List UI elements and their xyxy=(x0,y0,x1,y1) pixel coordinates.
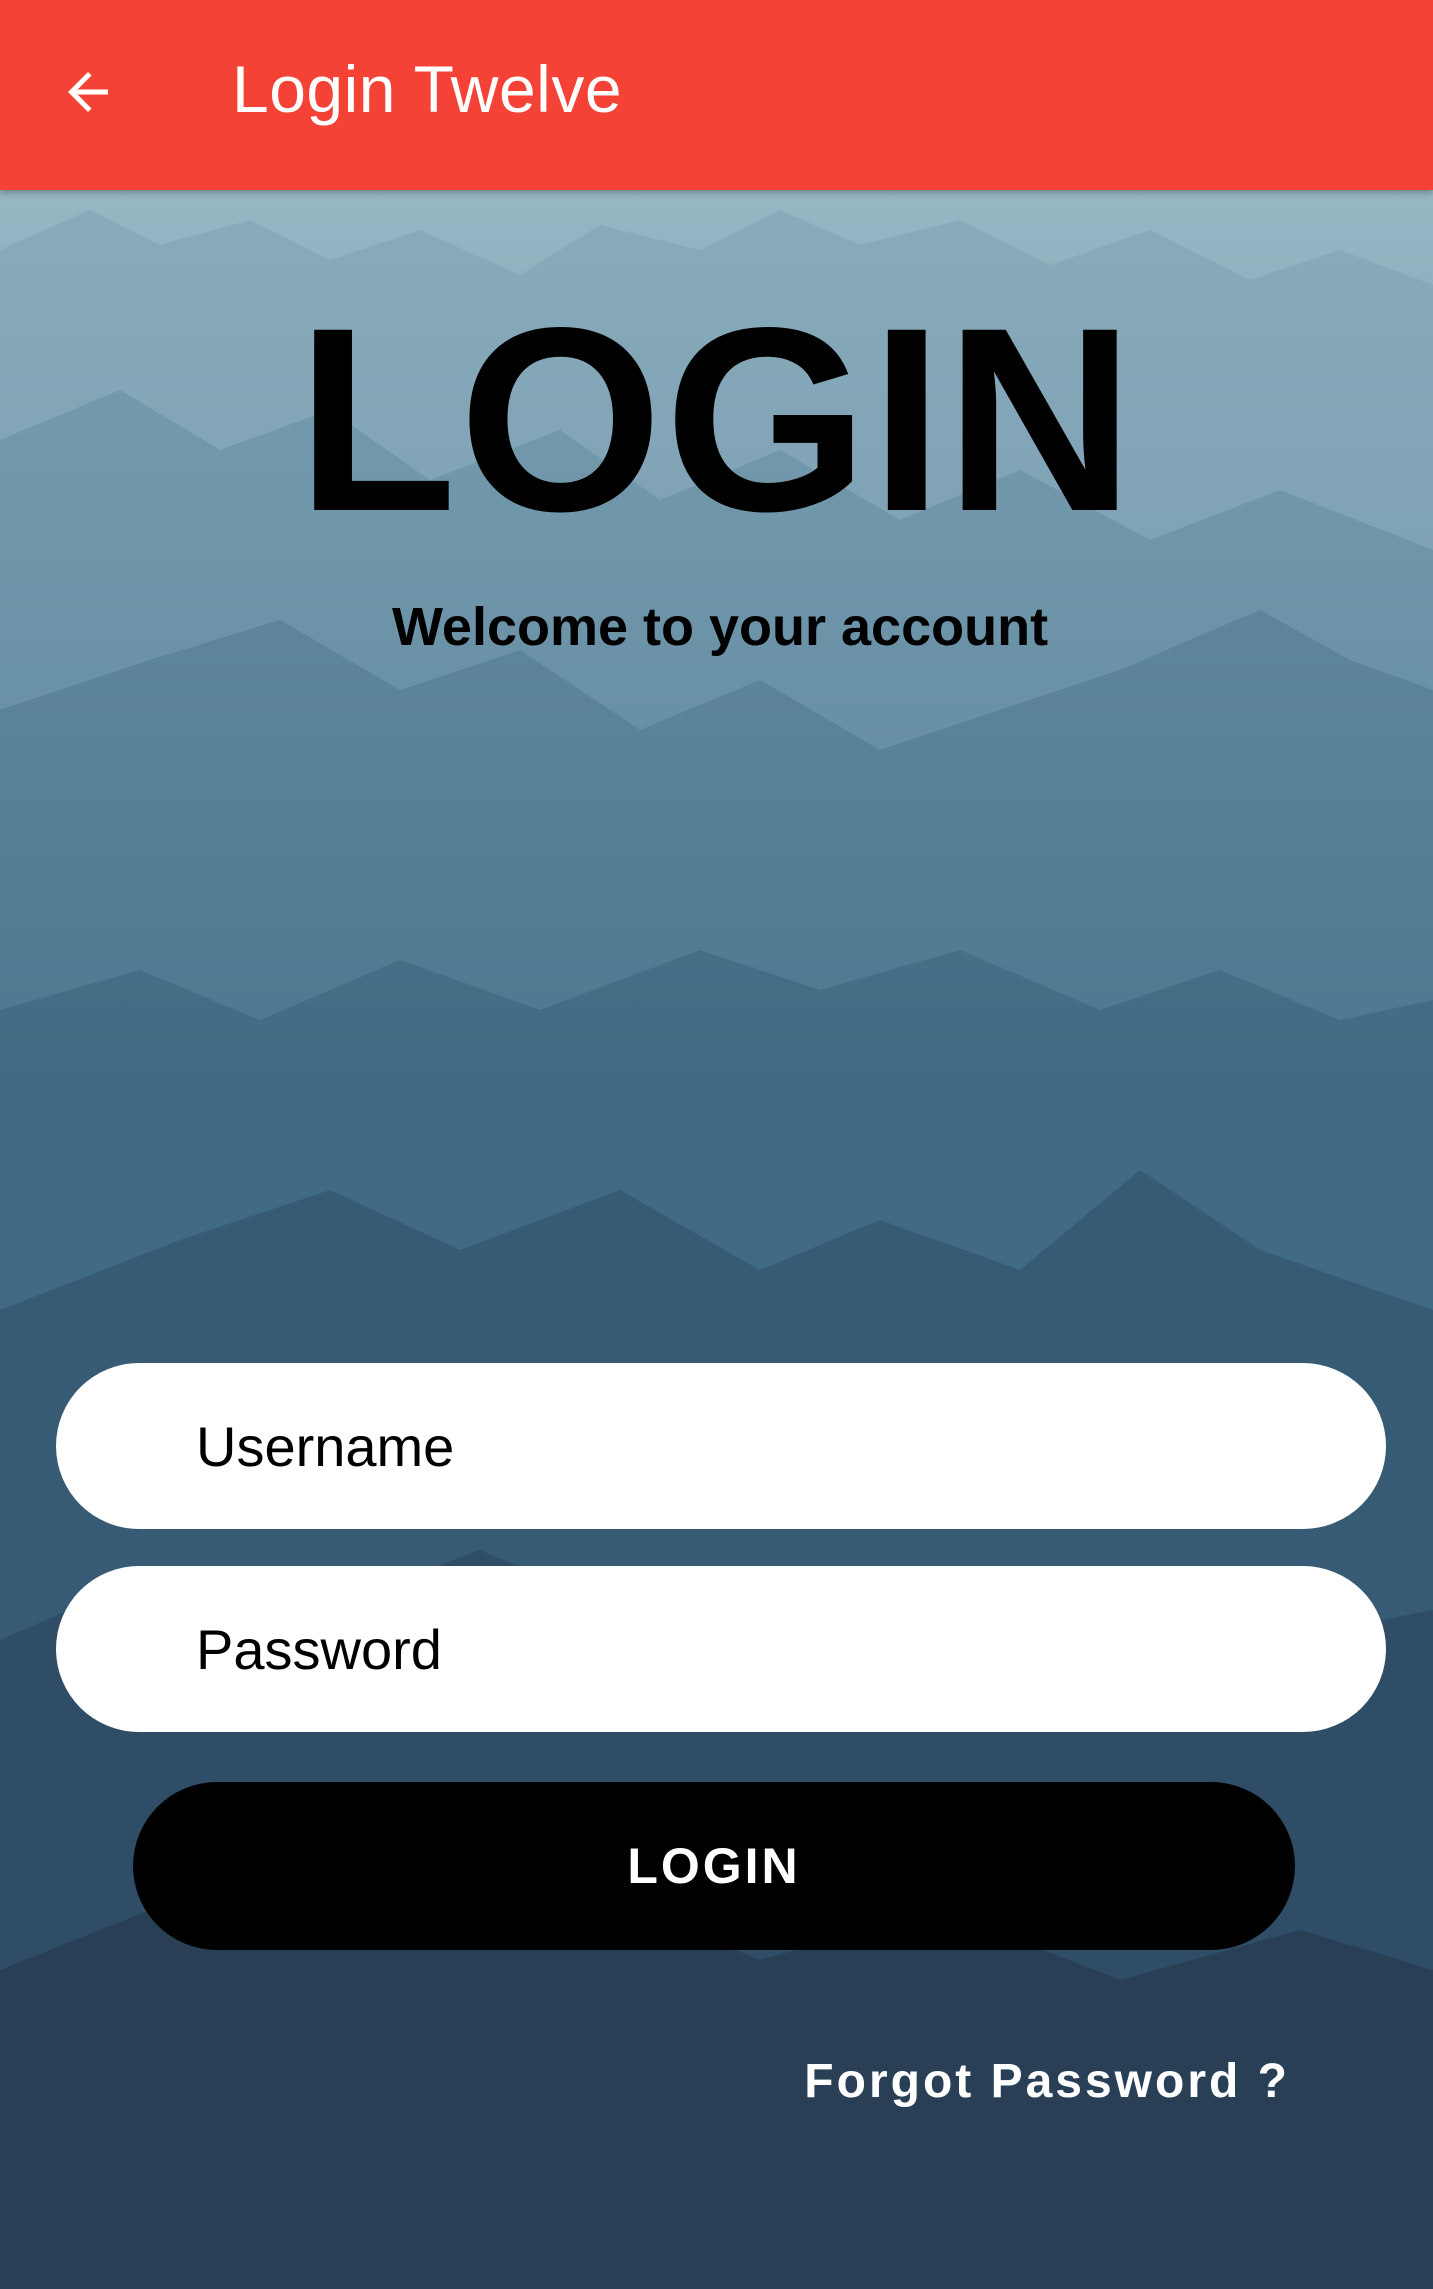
password-field[interactable] xyxy=(56,1566,1386,1732)
arrow-left-icon xyxy=(68,72,108,112)
login-screen: Login Twelve LOGIN Welcome to your accou… xyxy=(0,0,1433,2289)
username-field[interactable] xyxy=(56,1363,1386,1529)
password-input[interactable] xyxy=(196,1566,1316,1732)
forgot-password-link[interactable]: Forgot Password ? xyxy=(700,2050,1290,2114)
welcome-subheadline: Welcome to your account xyxy=(391,597,1049,657)
app-bar-title: Login Twelve xyxy=(232,52,623,126)
app-bar: Login Twelve xyxy=(0,0,1433,190)
back-button[interactable] xyxy=(40,44,136,140)
login-button[interactable]: LOGIN xyxy=(133,1782,1295,1950)
username-input[interactable] xyxy=(196,1363,1316,1529)
login-headline: LOGIN xyxy=(296,273,1137,566)
